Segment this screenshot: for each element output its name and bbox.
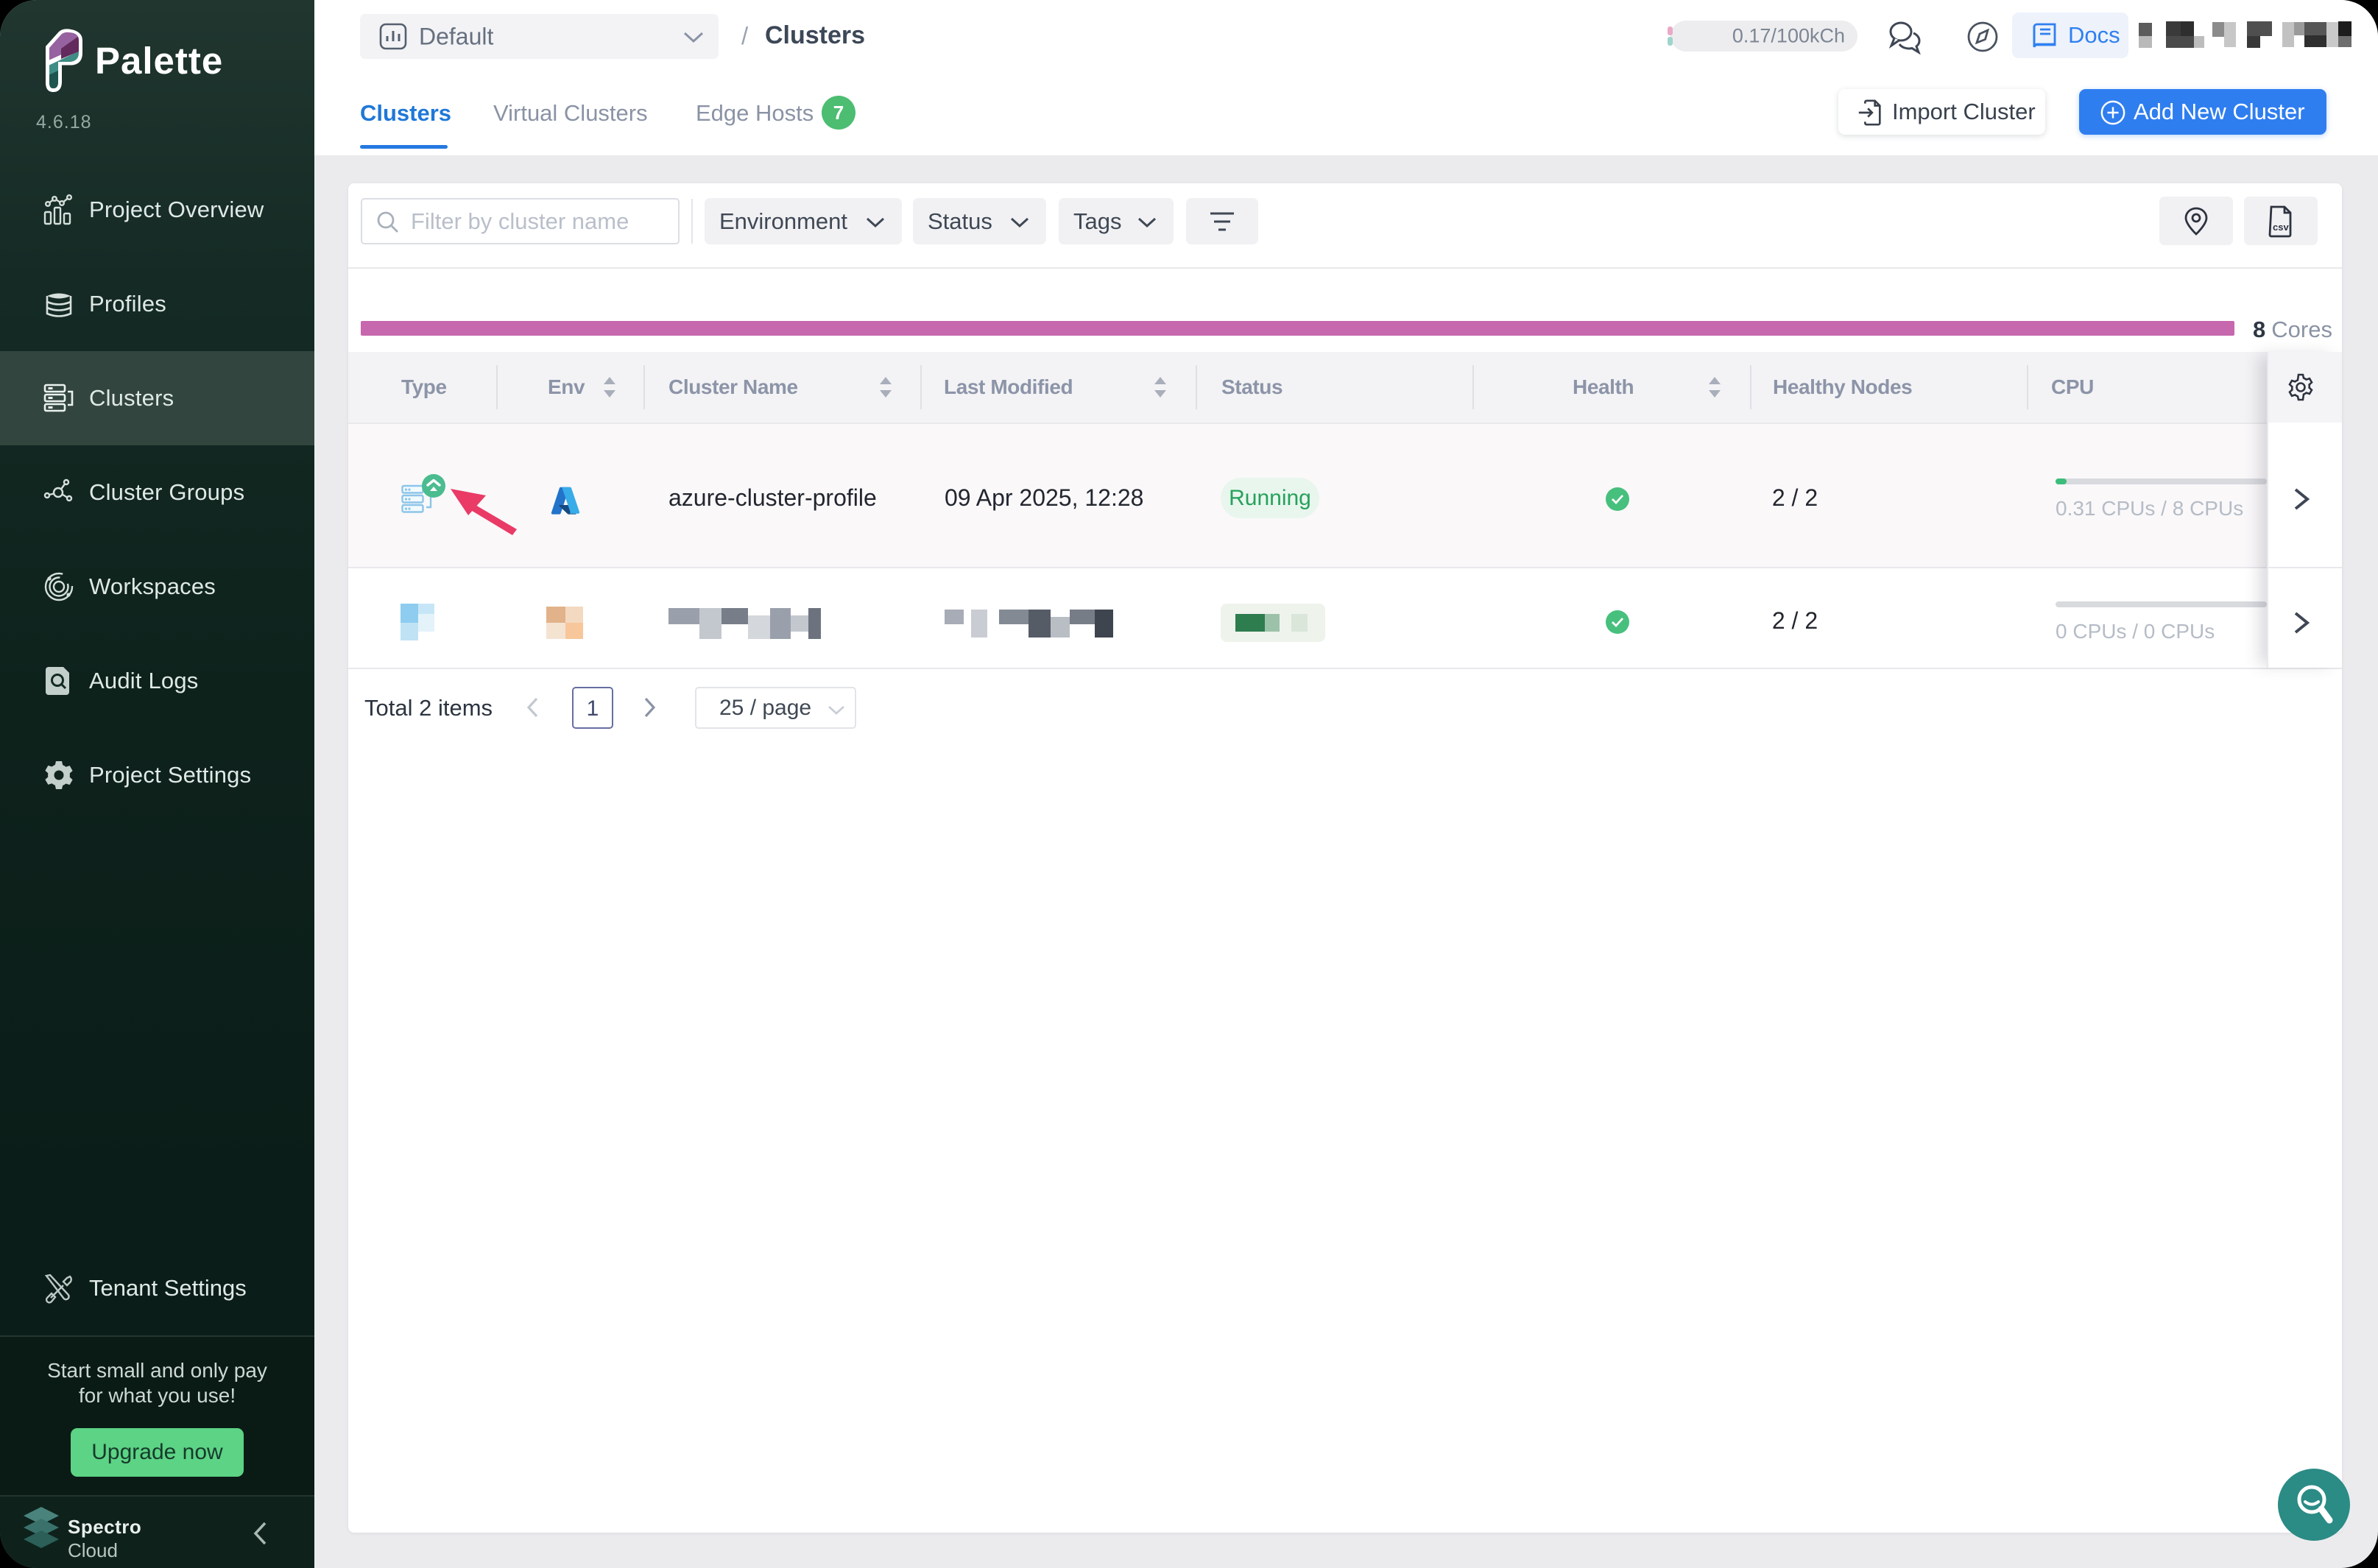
svg-text:csv: csv [2273,222,2289,233]
